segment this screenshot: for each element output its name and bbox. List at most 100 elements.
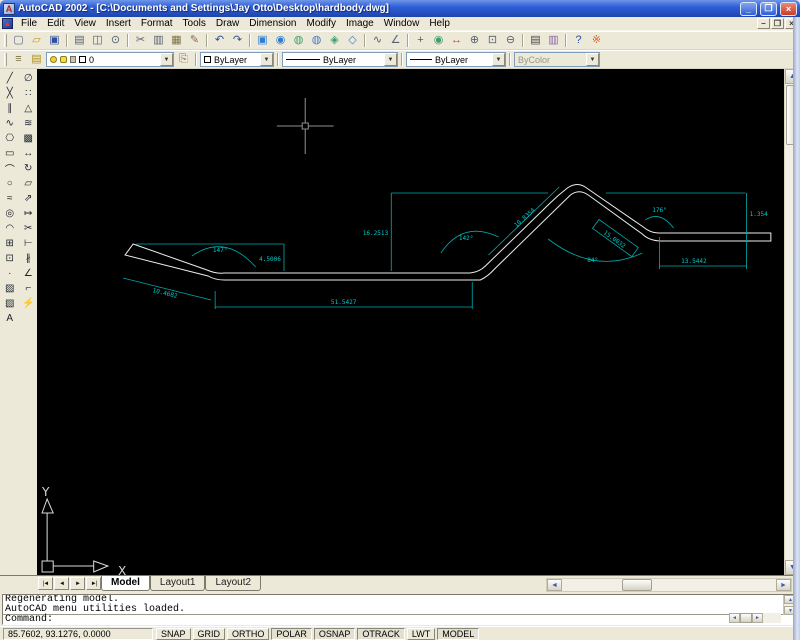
titlebar[interactable]: A AutoCAD 2002 - [C:\Documents and Setti… bbox=[0, 0, 800, 17]
layer-freeze-icon[interactable] bbox=[60, 56, 67, 63]
toggle-grid[interactable]: GRID bbox=[192, 627, 226, 640]
linetype-dropdown[interactable]: ByLayer ▼ bbox=[282, 52, 398, 67]
new-file-icon[interactable]: ▢ bbox=[10, 33, 27, 49]
fillet-tool-icon[interactable]: ⌐ bbox=[20, 281, 37, 296]
toggle-ortho[interactable]: ORTHO bbox=[227, 627, 270, 640]
chamfer-tool-icon[interactable]: ∠ bbox=[20, 266, 37, 281]
horizontal-scroll-track[interactable] bbox=[562, 579, 776, 591]
color-dropdown-arrow-icon[interactable]: ▼ bbox=[260, 53, 273, 66]
ellipse-tool-icon[interactable]: ◎ bbox=[1, 206, 18, 221]
multiline-tool-icon[interactable]: ∥ bbox=[1, 101, 18, 116]
lineweight-dropdown[interactable]: ByLayer ▼ bbox=[406, 52, 506, 67]
command-horizontal-scroll-thumb[interactable] bbox=[740, 613, 752, 623]
properties-icon[interactable]: ▤ bbox=[527, 33, 544, 49]
multiline-text-tool-icon[interactable]: A bbox=[1, 311, 18, 326]
model-space-canvas[interactable]: 4.5006 147° 16.2513 142° 10.8354 176° 15… bbox=[37, 69, 784, 575]
toggle-polar[interactable]: POLAR bbox=[271, 627, 312, 640]
offset-tool-icon[interactable]: ≋ bbox=[20, 116, 37, 131]
command-scroll-left-icon[interactable]: ◄ bbox=[729, 613, 740, 623]
command-history-line[interactable]: AutoCAD menu utilities loaded. bbox=[5, 605, 795, 615]
line-tool-icon[interactable]: ╱ bbox=[1, 71, 18, 86]
command-scroll-right-icon[interactable]: ► bbox=[752, 613, 763, 623]
tab-model[interactable]: Model bbox=[101, 576, 150, 591]
horizontal-scrollbar[interactable]: ◄ ► bbox=[546, 578, 792, 592]
meet-now-icon[interactable]: ◍ bbox=[290, 33, 307, 49]
array-tool-icon[interactable]: ▩ bbox=[20, 131, 37, 146]
toggle-snap[interactable]: SNAP bbox=[156, 627, 191, 640]
cut-icon[interactable]: ✂ bbox=[132, 33, 149, 49]
menu-dimension[interactable]: Dimension bbox=[244, 17, 301, 30]
command-horizontal-scrollbar[interactable]: ◄ ► bbox=[729, 613, 781, 623]
zoom-previous-icon[interactable]: ⊖ bbox=[502, 33, 519, 49]
menu-view[interactable]: View bbox=[69, 17, 101, 30]
open-folder-icon[interactable]: ▱ bbox=[28, 33, 45, 49]
menu-file[interactable]: File bbox=[16, 17, 42, 30]
match-properties-icon[interactable]: ✎ bbox=[186, 33, 203, 49]
menu-image[interactable]: Image bbox=[341, 17, 379, 30]
copy-object-tool-icon[interactable]: ∷ bbox=[20, 86, 37, 101]
menu-help[interactable]: Help bbox=[424, 17, 455, 30]
polygon-tool-icon[interactable]: ⎔ bbox=[1, 131, 18, 146]
scroll-right-icon[interactable]: ► bbox=[776, 579, 791, 591]
erase-tool-icon[interactable]: ∅ bbox=[20, 71, 37, 86]
hyperlink-icon[interactable]: ◇ bbox=[344, 33, 361, 49]
region-tool-icon[interactable]: ▧ bbox=[1, 296, 18, 311]
lengthen-tool-icon[interactable]: ↦ bbox=[20, 206, 37, 221]
tab-layout2[interactable]: Layout2 bbox=[205, 576, 262, 591]
tab-next-button[interactable]: ► bbox=[70, 577, 85, 590]
command-prompt[interactable]: Command: bbox=[3, 615, 797, 625]
menu-window[interactable]: Window bbox=[379, 17, 425, 30]
make-layer-current-icon[interactable]: ⎘ bbox=[175, 52, 192, 68]
layer-dropdown-arrow-icon[interactable]: ▼ bbox=[160, 53, 173, 66]
toolbar-grip[interactable] bbox=[4, 34, 7, 47]
tab-layout1[interactable]: Layout1 bbox=[149, 576, 206, 591]
scroll-left-icon[interactable]: ◄ bbox=[547, 579, 562, 591]
restore-button[interactable]: ❐ bbox=[760, 1, 777, 16]
snap-from-icon[interactable]: ∠ bbox=[387, 33, 404, 49]
command-inner[interactable]: Regenerating model. AutoCAD menu utilitie… bbox=[2, 594, 798, 625]
menu-format[interactable]: Format bbox=[136, 17, 178, 30]
print-preview-icon[interactable]: ◫ bbox=[89, 33, 106, 49]
make-object-layer-current-icon[interactable]: ≡ bbox=[10, 52, 27, 68]
tab-first-button[interactable]: |◄ bbox=[38, 577, 53, 590]
toggle-otrack[interactable]: OTRACK bbox=[357, 627, 405, 640]
layer-dropdown[interactable]: 0 ▼ bbox=[46, 52, 174, 67]
redraw-icon[interactable]: ◉ bbox=[430, 33, 447, 49]
extend-tool-icon[interactable]: ⊢ bbox=[20, 236, 37, 251]
layer-lock-icon[interactable] bbox=[70, 56, 76, 63]
toggle-lwt[interactable]: LWT bbox=[406, 627, 436, 640]
rotate-tool-icon[interactable]: ↻ bbox=[20, 161, 37, 176]
autodesk-point-a-icon[interactable]: ◉ bbox=[272, 33, 289, 49]
color-dropdown[interactable]: ByLayer ▼ bbox=[200, 52, 274, 67]
break-tool-icon[interactable]: ∦ bbox=[20, 251, 37, 266]
rectangle-tool-icon[interactable]: ▭ bbox=[1, 146, 18, 161]
circle-tool-icon[interactable]: ○ bbox=[1, 176, 18, 191]
stretch-tool-icon[interactable]: ⇗ bbox=[20, 191, 37, 206]
explode-tool-icon[interactable]: ⚡ bbox=[20, 296, 37, 311]
move-tool-icon[interactable]: ↔ bbox=[20, 146, 37, 161]
menu-draw[interactable]: Draw bbox=[211, 17, 244, 30]
menu-insert[interactable]: Insert bbox=[101, 17, 136, 30]
layers-icon[interactable]: ▤ bbox=[28, 52, 45, 68]
search-icon[interactable]: ⊙ bbox=[107, 33, 124, 49]
tab-prev-button[interactable]: ◄ bbox=[54, 577, 69, 590]
lineweight-dropdown-arrow-icon[interactable]: ▼ bbox=[492, 53, 505, 66]
tab-last-button[interactable]: ►| bbox=[86, 577, 101, 590]
named-views-icon[interactable]: ↔ bbox=[448, 33, 465, 49]
polyline-tool-icon[interactable]: ∿ bbox=[1, 116, 18, 131]
publish-to-web-icon[interactable]: ◍ bbox=[308, 33, 325, 49]
insert-block-tool-icon[interactable]: ⊞ bbox=[1, 236, 18, 251]
menu-tools[interactable]: Tools bbox=[178, 17, 211, 30]
close-button[interactable]: × bbox=[780, 1, 797, 16]
active-assistance-icon[interactable]: ※ bbox=[588, 33, 605, 49]
menu-modify[interactable]: Modify bbox=[302, 17, 341, 30]
designcenter-icon[interactable]: ▥ bbox=[545, 33, 562, 49]
arc-tool-icon[interactable]: ⌒ bbox=[1, 161, 18, 176]
toggle-osnap[interactable]: OSNAP bbox=[313, 627, 356, 640]
horizontal-scroll-thumb[interactable] bbox=[622, 579, 652, 591]
pan-realtime-icon[interactable]: + bbox=[412, 33, 429, 49]
coordinate-readout[interactable]: 85.7602, 93.1276, 0.0000 bbox=[3, 627, 153, 640]
menu-edit[interactable]: Edit bbox=[42, 17, 69, 30]
paste-icon[interactable]: ▦ bbox=[168, 33, 185, 49]
zoom-window-icon[interactable]: ⊡ bbox=[484, 33, 501, 49]
